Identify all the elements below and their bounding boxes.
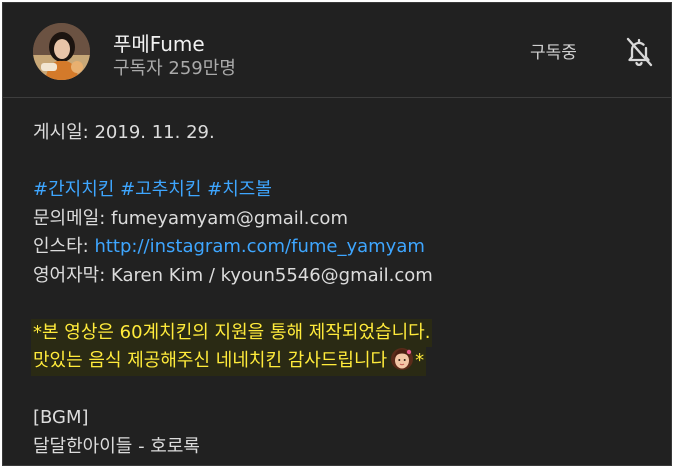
subtitle-credit-value: Karen Kim / kyoun5546@gmail.com [111,264,433,286]
bgm-label: [BGM] [33,407,89,428]
hashtag-link[interactable]: #치즈볼 [207,179,272,200]
inquiry-email-value: fumeyamyam@gmail.com [111,207,348,229]
posted-date: 게시일: 2019. 11. 29. [33,122,215,143]
instagram-label: 인스타: [33,236,95,257]
sponsor-note-line-2: 맛있는 음식 제공해주신 네네치킨 감사드립니다 * [31,347,653,376]
inquiry-email-line: 문의메일: fumeyamyam@gmail.com [33,205,653,234]
instagram-line: 인스타: http://instagram.com/fume_yamyam [33,233,653,262]
inquiry-email-label: 문의메일: [33,207,112,229]
subtitle-credit-label: 영어자막: [33,264,112,286]
hashtag-link[interactable]: #고추치킨 [120,179,201,200]
sponsor-note-text-2-post: * [415,350,425,371]
channel-header: 푸메Fume 구독자 259만명 구독중 [3,3,671,98]
instagram-link[interactable]: http://instagram.com/fume_yamyam [94,236,424,257]
subscribed-button[interactable]: 구독중 [526,40,581,66]
girl-face-emoji-icon [390,347,414,371]
sponsor-note-text-2-pre: 맛있는 음식 제공해주신 네네치킨 감사드립니다 [33,350,388,371]
channel-name[interactable]: 푸메Fume [113,28,205,57]
subtitle-credit-line: 영어자막: Karen Kim / kyoun5546@gmail.com [33,262,653,291]
hashtag-link[interactable]: #간지치킨 [33,179,114,200]
channel-avatar[interactable] [33,23,90,80]
sponsor-note-text-1: *본 영상은 60계치킨의 지원을 통해 제작되었습니다. [31,318,433,347]
sponsor-note-text-2: 맛있는 음식 제공해주신 네네치킨 감사드립니다 * [31,347,427,376]
bell-off-icon[interactable] [621,34,657,70]
bgm-track: 달달한아이들 - 호로록 [33,435,200,457]
subscriber-count: 구독자 259만명 [113,58,236,79]
description-body: 게시일: 2019. 11. 29. #간지치킨 #고추치킨 #치즈볼 문의메일… [31,119,653,461]
video-description-panel: 푸메Fume 구독자 259만명 구독중 게시일: 2019. 11. 29. … [2,2,672,466]
sponsor-note-line-1: *본 영상은 60계치킨의 지원을 통해 제작되었습니다. [31,318,653,347]
hashtag-line: #간지치킨 #고추치킨 #치즈볼 [33,176,653,205]
